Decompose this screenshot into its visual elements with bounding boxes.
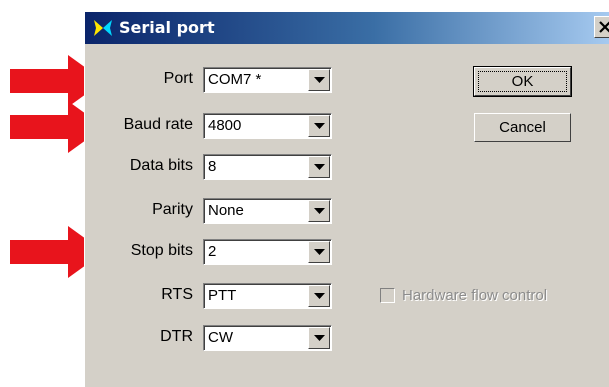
stop-bits-value: 2: [208, 243, 217, 260]
parity-select[interactable]: None: [203, 198, 332, 224]
close-icon: [599, 21, 609, 33]
chevron-down-icon: [314, 208, 325, 214]
chevron-down-icon: [314, 77, 325, 83]
baud-rate-value: 4800: [208, 117, 242, 134]
rts-label: RTS: [161, 286, 193, 303]
data-bits-label: Data bits: [129, 157, 193, 174]
hardware-flow-control-label: Hardware flow control: [402, 287, 548, 304]
stop-bits-dropdown-button[interactable]: [308, 241, 330, 263]
port-select[interactable]: COM7 *: [203, 67, 332, 93]
stop-bits-label: Stop bits: [130, 242, 193, 259]
ok-button[interactable]: OK: [473, 66, 572, 97]
dtr-label: DTR: [160, 328, 193, 345]
data-bits-select[interactable]: 8: [203, 154, 332, 180]
chevron-down-icon: [314, 335, 325, 341]
data-bits-dropdown-button[interactable]: [308, 156, 330, 178]
dialog-title: Serial port: [119, 18, 215, 37]
close-button[interactable]: [594, 16, 609, 38]
data-bits-value: 8: [208, 158, 217, 175]
stop-bits-select[interactable]: 2: [203, 239, 332, 265]
parity-value: None: [208, 202, 244, 219]
dtr-value: CW: [208, 329, 233, 346]
cancel-button[interactable]: Cancel: [474, 113, 571, 142]
chevron-down-icon: [314, 249, 325, 255]
title-bar[interactable]: Serial port: [85, 12, 609, 44]
baud-rate-dropdown-button[interactable]: [308, 115, 330, 137]
focus-rectangle: [478, 71, 567, 92]
baud-rate-label: Baud rate: [123, 116, 193, 133]
port-value: COM7 *: [208, 71, 262, 88]
dtr-dropdown-button[interactable]: [308, 327, 330, 349]
hardware-flow-control-checkbox[interactable]: [380, 288, 395, 303]
chevron-down-icon: [314, 123, 325, 129]
cancel-button-label: Cancel: [499, 119, 546, 136]
port-label: Port: [163, 70, 193, 87]
chevron-down-icon: [314, 164, 325, 170]
butterfly-icon: [94, 20, 112, 36]
parity-label: Parity: [152, 201, 193, 218]
parity-dropdown-button[interactable]: [308, 200, 330, 222]
rts-value: PTT: [208, 287, 237, 304]
baud-rate-select[interactable]: 4800: [203, 113, 332, 139]
dtr-select[interactable]: CW: [203, 325, 332, 351]
chevron-down-icon: [314, 293, 325, 299]
rts-select[interactable]: PTT: [203, 283, 332, 309]
port-dropdown-button[interactable]: [308, 69, 330, 91]
rts-dropdown-button[interactable]: [308, 285, 330, 307]
